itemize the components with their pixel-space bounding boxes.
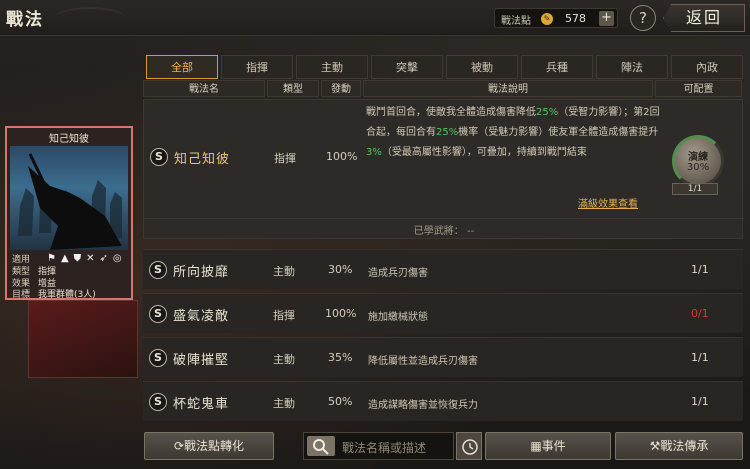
card-illustration bbox=[10, 146, 128, 250]
search-input[interactable]: 戰法名稱或描述 bbox=[303, 432, 454, 460]
tab-all[interactable]: 全部 bbox=[146, 55, 218, 79]
column-header-trigger: 發動 bbox=[321, 80, 361, 97]
tab-active[interactable]: 主動 bbox=[296, 55, 368, 79]
tactic-rate: 100% bbox=[326, 150, 358, 163]
tactic-name: 杯蛇鬼車 bbox=[173, 397, 230, 412]
tactic-row[interactable]: S 杯蛇鬼車 主動 50% 造成謀略傷害並恢復兵力 1/1 bbox=[143, 381, 743, 421]
tactic-row[interactable]: S 所向披靡 主動 30% 造成兵刃傷害 1/1 bbox=[143, 249, 743, 289]
hammer-icon: ⚒ bbox=[649, 439, 661, 453]
add-points-button[interactable]: + bbox=[599, 11, 614, 26]
tactic-description: 施加繳械狀態 bbox=[368, 312, 428, 323]
desc-text: （受最高屬性影響），可疊加，持續到戰鬥結束 bbox=[381, 147, 587, 158]
tactic-name: 所向披靡 bbox=[173, 265, 230, 280]
tactic-rate: 100% bbox=[325, 307, 357, 320]
coin-icon: ✎ bbox=[541, 13, 553, 25]
title-decoration bbox=[55, 7, 125, 29]
tactic-list: S 知己知彼 指揮 100% 戰鬥首回合，使敵我全體造成傷害降低25%（受智力影… bbox=[143, 99, 744, 421]
tab-troop[interactable]: 兵種 bbox=[521, 55, 593, 79]
column-header-name: 戰法名 bbox=[143, 80, 265, 97]
drill-count: 1/1 bbox=[672, 183, 718, 195]
tactic-description: 造成兵刃傷害 bbox=[368, 268, 428, 279]
tab-domestic[interactable]: 內政 bbox=[671, 55, 743, 79]
tactic-name: 盛氣凌敵 bbox=[173, 309, 230, 324]
tactic-type: 指揮 bbox=[273, 309, 295, 322]
grade-s-icon: S bbox=[149, 305, 167, 323]
configurable-count: 1/1 bbox=[691, 395, 709, 408]
column-header-configurable: 可配置 bbox=[655, 80, 742, 97]
tactic-description: 戰鬥首回合，使敵我全體造成傷害降低25%（受智力影響）；第2回合起，每回合有25… bbox=[366, 103, 666, 163]
convert-icon: ⟳ bbox=[173, 439, 185, 453]
tactic-rate: 35% bbox=[328, 351, 353, 364]
configurable-count: 0/1 bbox=[691, 307, 709, 320]
tab-formation[interactable]: 陣法 bbox=[596, 55, 668, 79]
clock-sort-button[interactable] bbox=[456, 432, 482, 460]
drill-label: 演練 bbox=[688, 152, 708, 163]
events-button[interactable]: ▦事件 bbox=[485, 432, 611, 460]
tactic-name: 知己知彼 bbox=[174, 152, 231, 167]
tactic-card: 知己知彼 ⚑▲⛊✕➶◎ 適用 類型 指揮 效果 增益 目標 我軍群體(3人) bbox=[5, 126, 133, 300]
search-icon bbox=[307, 436, 335, 456]
card-back-decoration bbox=[28, 300, 138, 378]
grade-s-icon: S bbox=[149, 261, 167, 279]
search-placeholder: 戰法名稱或描述 bbox=[342, 441, 427, 455]
grade-s-icon: S bbox=[149, 349, 167, 367]
convert-points-button[interactable]: ⟳戰法點轉化 bbox=[144, 432, 274, 460]
top-bar: 戰法 戰法點 ✎ 578 + ? 返回 bbox=[0, 0, 750, 36]
help-button[interactable]: ? bbox=[630, 5, 656, 31]
inherit-label: 戰法傳承 bbox=[660, 439, 709, 453]
tactic-description: 降低屬性並造成兵刃傷害 bbox=[368, 356, 478, 367]
drill-percent: 30% bbox=[686, 162, 710, 173]
card-title: 知己知彼 bbox=[49, 134, 89, 145]
desc-value: 25% bbox=[536, 107, 559, 118]
tactic-type: 主動 bbox=[273, 397, 295, 410]
tactic-type: 主動 bbox=[273, 353, 295, 366]
tactic-rate: 50% bbox=[328, 395, 353, 408]
tab-assault[interactable]: 突擊 bbox=[371, 55, 443, 79]
drill-button[interactable]: 演練 30% bbox=[672, 135, 724, 187]
desc-text: 戰鬥首回合，使敵我全體造成傷害降低 bbox=[366, 107, 536, 118]
desc-text: 機率（受魅力影響）使友軍全體造成傷害提升 bbox=[458, 127, 659, 138]
tactic-row[interactable]: S 盛氣凌敵 指揮 100% 施加繳械狀態 0/1 bbox=[143, 293, 743, 333]
tactic-points-label: 戰法點 bbox=[501, 16, 531, 27]
events-icon: ▦ bbox=[530, 439, 542, 453]
desc-value: 25% bbox=[436, 127, 459, 138]
tactic-points-value: 578 bbox=[565, 12, 586, 25]
tactic-description: 造成謀略傷害並恢復兵力 bbox=[368, 400, 478, 411]
tactic-type: 主動 bbox=[273, 265, 295, 278]
column-header-desc: 戰法說明 bbox=[363, 80, 653, 97]
tab-passive[interactable]: 被動 bbox=[446, 55, 518, 79]
desc-value: 3% bbox=[366, 147, 382, 158]
configurable-count: 1/1 bbox=[691, 263, 709, 276]
meta-value: 我軍群體(3人) bbox=[38, 290, 96, 300]
meta-key: 目標 bbox=[12, 290, 31, 300]
back-button[interactable]: 返回 bbox=[663, 4, 745, 32]
card-meta-target: 目標 我軍群體(3人) bbox=[12, 287, 96, 300]
card-troop-icons: ⚑▲⛊✕➶◎ bbox=[47, 253, 127, 264]
tactic-points-box: 戰法點 ✎ 578 + bbox=[494, 8, 618, 28]
convert-label: 戰法點轉化 bbox=[184, 439, 245, 453]
clock-icon bbox=[462, 439, 478, 455]
tactic-row[interactable]: S 破陣摧堅 主動 35% 降低屬性並造成兵刃傷害 1/1 bbox=[143, 337, 743, 377]
column-header-type: 類型 bbox=[267, 80, 319, 97]
learned-generals: 已學武將： -- bbox=[144, 218, 744, 240]
warrior-silhouette-icon bbox=[18, 153, 122, 250]
category-tabs: 全部 指揮 主動 突擊 被動 兵種 陣法 內政 bbox=[146, 55, 743, 79]
tactic-row-expanded[interactable]: S 知己知彼 指揮 100% 戰鬥首回合，使敵我全體造成傷害降低25%（受智力影… bbox=[143, 99, 744, 240]
tab-command[interactable]: 指揮 bbox=[221, 55, 293, 79]
tactic-name: 破陣摧堅 bbox=[173, 353, 230, 368]
events-label: 事件 bbox=[541, 439, 566, 453]
tactic-type: 指揮 bbox=[274, 152, 296, 165]
grade-s-icon: S bbox=[150, 148, 168, 166]
inherit-tactic-button[interactable]: ⚒戰法傳承 bbox=[615, 432, 743, 460]
configurable-count: 1/1 bbox=[691, 351, 709, 364]
grade-s-icon: S bbox=[149, 393, 167, 411]
tactic-rate: 30% bbox=[328, 263, 353, 276]
full-effect-link[interactable]: 滿級效果查看 bbox=[578, 195, 638, 210]
page-title: 戰法 bbox=[6, 10, 44, 30]
